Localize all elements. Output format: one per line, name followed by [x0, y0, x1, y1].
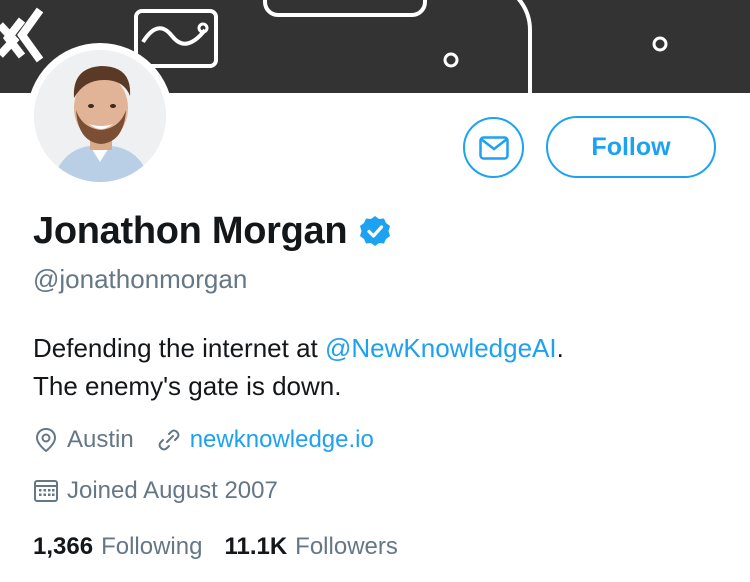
- website-link[interactable]: newknowledge.io: [190, 426, 374, 454]
- location-pin-icon: [35, 427, 57, 453]
- bio-line-1: Defending the internet at @NewKnowledgeA…: [33, 329, 723, 367]
- profile-stats: 1,366 Following 11.1K Followers: [33, 530, 398, 564]
- profile-bio: Defending the internet at @NewKnowledgeA…: [33, 329, 723, 405]
- follow-button[interactable]: Follow: [546, 116, 716, 178]
- profile-meta-row: Austin newknowledge.io: [33, 423, 374, 457]
- following-count: 1,366: [33, 533, 94, 560]
- followers-label: Followers: [295, 533, 398, 560]
- bio-punctuation: .: [556, 333, 564, 363]
- message-button[interactable]: [463, 117, 524, 178]
- following-stat[interactable]: 1,366 Following: [33, 533, 202, 561]
- followers-stat[interactable]: 11.1K Followers: [224, 533, 397, 561]
- following-label: Following: [101, 533, 203, 560]
- link-icon: [158, 429, 180, 451]
- followers-count: 11.1K: [224, 533, 288, 560]
- bio-mention-link[interactable]: @NewKnowledgeAI: [325, 333, 557, 363]
- location-text: Austin: [67, 426, 134, 453]
- profile-name-row: Jonathon Morgan: [33, 206, 391, 256]
- profile-name: Jonathon Morgan: [33, 209, 348, 252]
- avatar-photo: [34, 50, 166, 182]
- bio-line-2: The enemy's gate is down.: [33, 371, 342, 401]
- bio-text: Defending the internet at: [33, 333, 325, 363]
- verified-badge-icon: [360, 216, 391, 246]
- profile-joined-row: Joined August 2007: [33, 474, 278, 508]
- joined-date: Joined August 2007: [67, 477, 278, 504]
- profile-handle: @jonathonmorgan: [33, 264, 248, 294]
- profile-avatar[interactable]: [27, 43, 173, 189]
- envelope-icon: [478, 135, 509, 160]
- calendar-icon: [34, 480, 58, 502]
